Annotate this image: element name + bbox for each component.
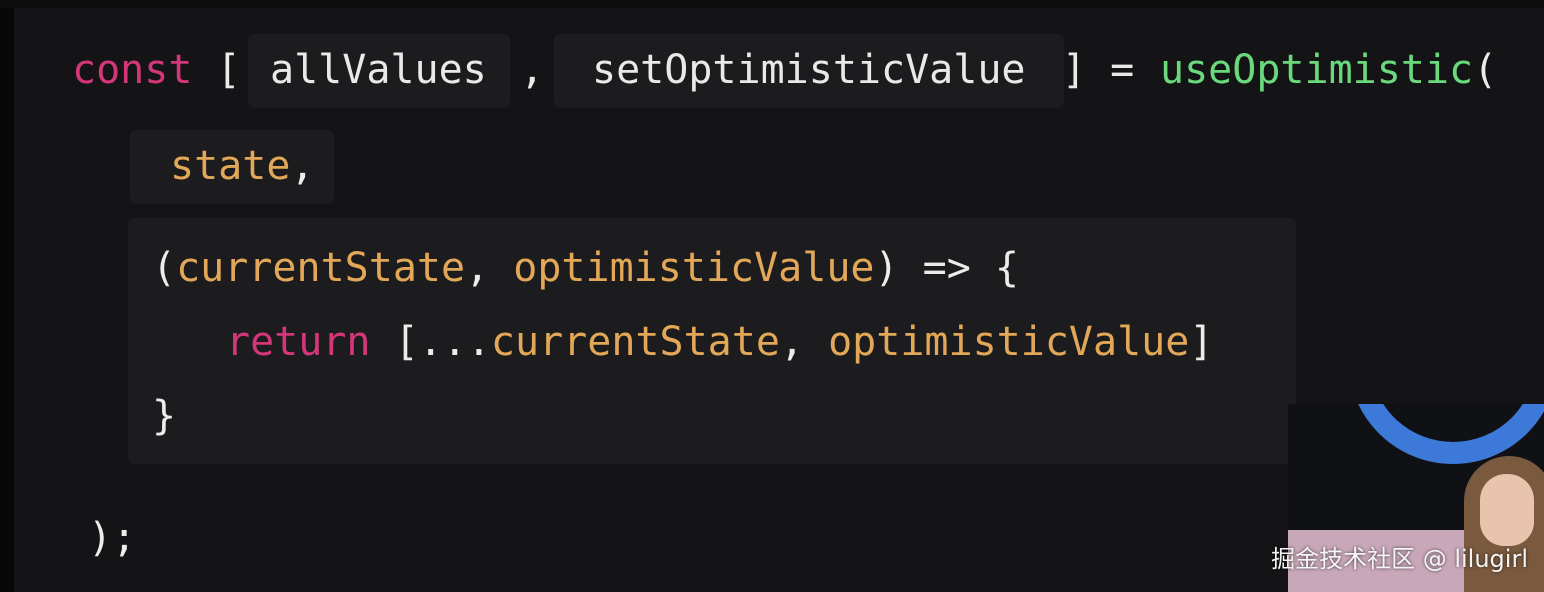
code-line-1: const [ — [72, 46, 241, 94]
slide: const [ allValues , setOptimisticValue ]… — [0, 0, 1544, 592]
close-and-assign: ] = — [1062, 47, 1135, 93]
open-paren: ( — [1473, 47, 1498, 93]
closing-brace: } — [152, 393, 177, 439]
closing-paren: ); — [88, 515, 137, 561]
param-comma: , — [465, 245, 490, 291]
arg-state: state — [170, 143, 291, 189]
keyword-const: const — [72, 47, 193, 93]
code-line-4: return [...currentState, optimisticValue… — [226, 318, 1213, 366]
frame-edge-top — [0, 0, 1544, 8]
param-open-paren: ( — [152, 245, 177, 291]
speaker-face — [1480, 474, 1534, 546]
param-currentstate: currentState — [176, 245, 466, 291]
arg-comma: , — [290, 143, 315, 189]
param-optimisticvalue: optimisticValue — [513, 245, 875, 291]
binding-comma: , — [520, 47, 545, 93]
keyword-return: return — [226, 319, 371, 365]
code-line-3: (currentState, optimisticValue) => { — [152, 244, 1019, 292]
return-comma: , — [779, 319, 804, 365]
array-close: ] — [1189, 319, 1214, 365]
spread-open: [... — [394, 319, 491, 365]
arrow-function-open: ) => { — [874, 245, 1020, 291]
code-line-5: } — [152, 392, 176, 440]
code-line-2: state, — [170, 142, 315, 190]
open-bracket: [ — [216, 47, 241, 93]
logo-ring — [1348, 404, 1544, 464]
watermark: 掘金技术社区 @ lilugirl — [1271, 545, 1528, 573]
hook-name: useOptimistic — [1160, 47, 1474, 93]
frame-edge — [0, 0, 14, 592]
code-line-6: ); — [88, 514, 136, 562]
binding-allvalues: allValues — [270, 47, 487, 93]
return-optimisticvalue: optimisticValue — [828, 319, 1190, 365]
return-currentstate: currentState — [490, 319, 780, 365]
hook-call: useOptimistic( — [1160, 46, 1497, 94]
binding-setoptimisticvalue: setOptimisticValue — [592, 47, 1026, 93]
